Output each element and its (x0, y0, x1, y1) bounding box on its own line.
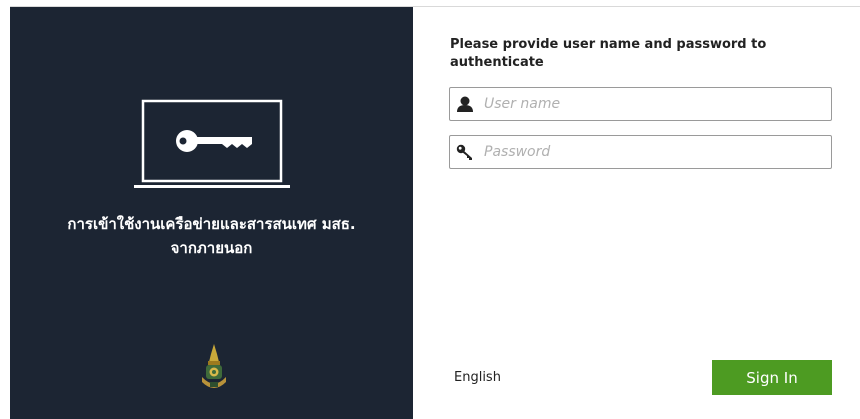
password-field[interactable] (449, 135, 832, 169)
language-selector-link[interactable]: English (454, 370, 501, 385)
username-input[interactable] (484, 88, 824, 120)
laptop-key-icon (134, 99, 290, 188)
portal-headline: การเข้าใช้งานเครือข่ายและสารสนเทศ มสธ. จ… (10, 212, 413, 260)
username-field[interactable] (449, 87, 832, 121)
branding-panel: การเข้าใช้งานเครือข่ายและสารสนเทศ มสธ. จ… (10, 7, 413, 419)
university-emblem-logo (202, 344, 226, 388)
password-input[interactable] (484, 136, 824, 168)
key-icon (456, 144, 472, 160)
user-icon (457, 96, 473, 112)
login-prompt: Please provide user name and password to… (450, 37, 767, 70)
headline-line-1: การเข้าใช้งานเครือข่ายและสารสนเทศ มสธ. (67, 215, 356, 233)
headline-line-2: จากภายนอก (170, 239, 253, 257)
sign-in-button[interactable]: Sign In (712, 360, 832, 395)
login-panel: Please provide user name and password to… (413, 7, 860, 419)
